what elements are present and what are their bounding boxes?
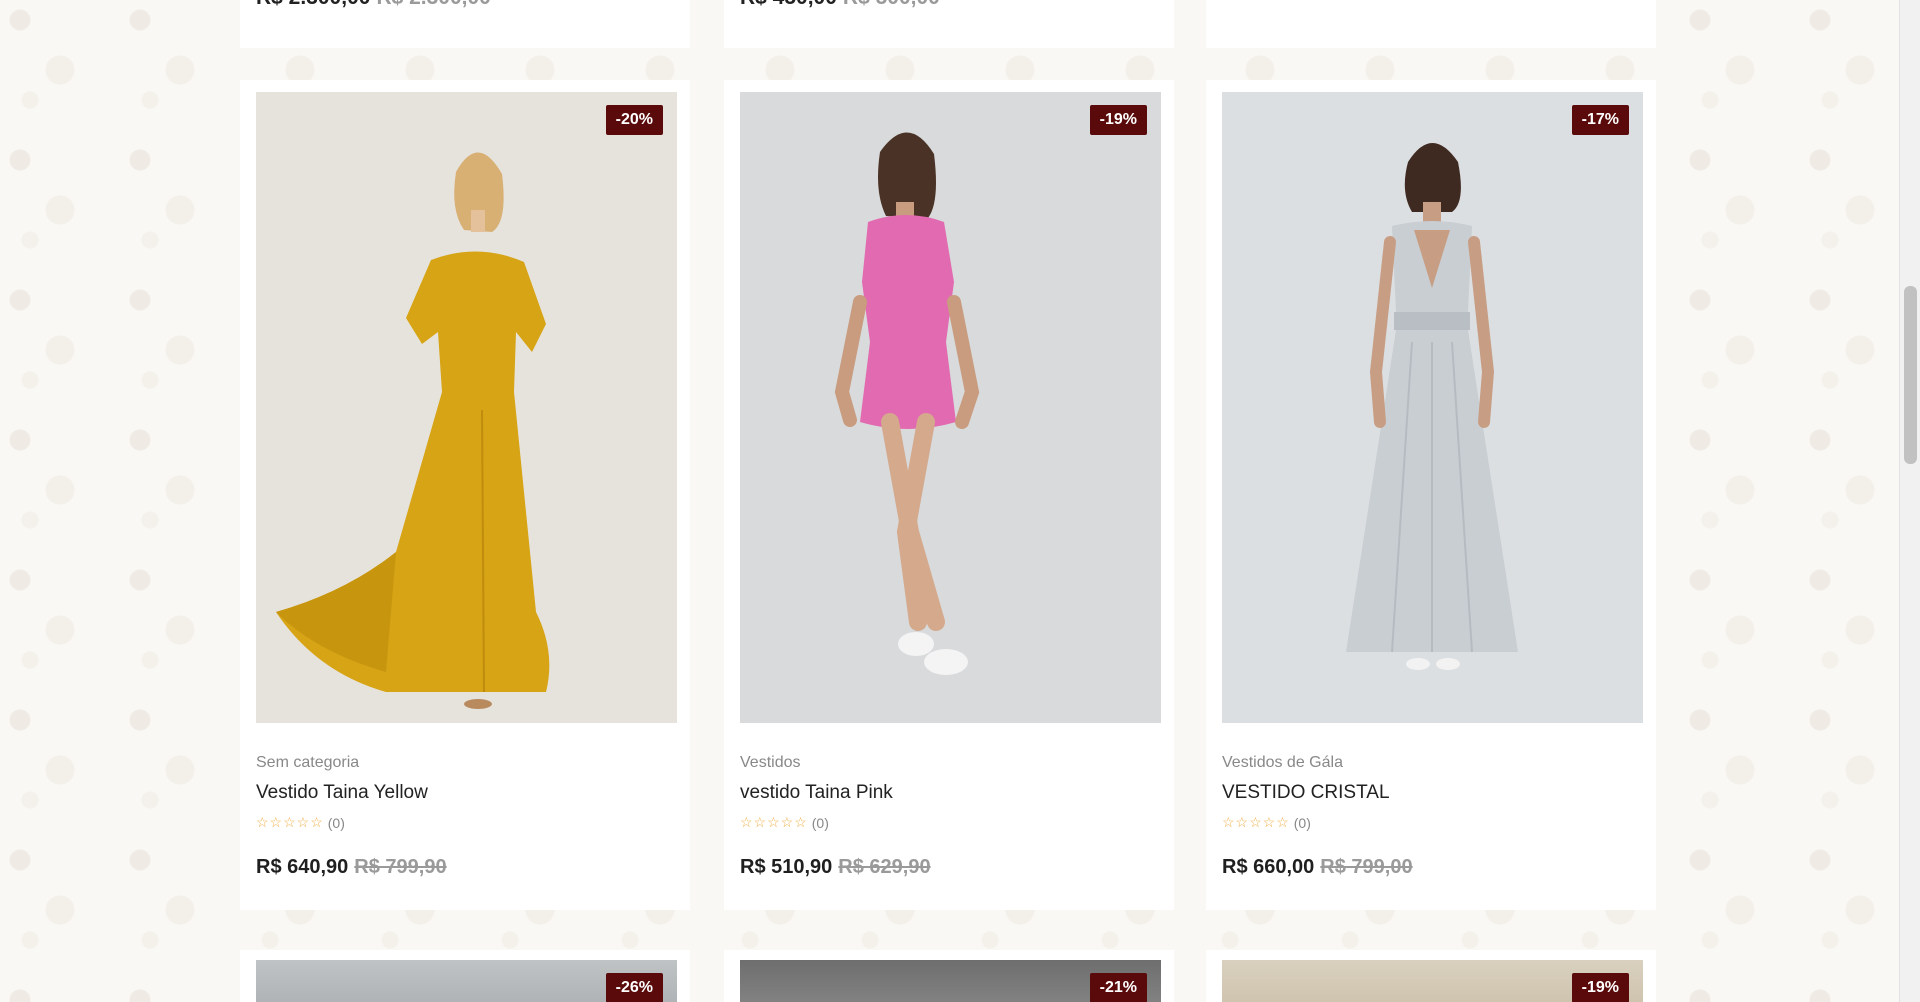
price-line: R$ 2.300,00 R$ 2.300,00 xyxy=(256,0,491,10)
product-image[interactable]: -21% xyxy=(740,960,1161,1002)
discount-badge: -19% xyxy=(1089,105,1147,135)
discount-badge: -19% xyxy=(1571,973,1629,1002)
product-title[interactable]: VESTIDO CRISTAL xyxy=(1222,782,1390,804)
dress-photo xyxy=(256,92,677,723)
product-card-taina-pink[interactable]: -19% Vestidos vestido Taina Pink ☆☆☆☆☆ (… xyxy=(724,80,1174,910)
old-price: R$ 500,00 xyxy=(843,0,940,9)
discount-badge: -17% xyxy=(1571,105,1629,135)
rating: ☆☆☆☆☆ (0) xyxy=(740,814,829,831)
product-card-top-2[interactable]: R$ 450,00 R$ 500,00 xyxy=(724,0,1174,48)
price-line: R$ 450,00 R$ 500,00 xyxy=(740,0,940,10)
rating-count: (0) xyxy=(811,814,829,831)
old-price: R$ 799,90 xyxy=(354,856,447,878)
empty-star-icon: ☆☆☆☆☆ xyxy=(256,814,324,830)
old-price: R$ 799,00 xyxy=(1320,856,1413,878)
discount-badge: -21% xyxy=(1089,973,1147,1002)
product-image[interactable]: -20% xyxy=(256,92,677,723)
current-price: R$ 660,00 xyxy=(1222,856,1315,878)
rating: ☆☆☆☆☆ (0) xyxy=(1222,814,1311,831)
current-price: R$ 2.300,00 xyxy=(256,0,370,9)
empty-star-icon: ☆☆☆☆☆ xyxy=(740,814,808,830)
product-image[interactable]: -17% xyxy=(1222,92,1643,723)
product-card-top-1[interactable]: R$ 2.300,00 R$ 2.300,00 xyxy=(240,0,690,48)
current-price: R$ 640,90 xyxy=(256,856,349,878)
rating: ☆☆☆☆☆ (0) xyxy=(256,814,345,831)
product-card-vestido-cristal[interactable]: -17% Vestidos de Gála VESTIDO CRISTAL ☆☆… xyxy=(1206,80,1656,910)
product-category[interactable]: Sem categoria xyxy=(256,754,359,772)
product-image[interactable]: -19% xyxy=(740,92,1161,723)
product-card-next-2[interactable]: -21% xyxy=(724,950,1174,1002)
product-category[interactable]: Vestidos de Gála xyxy=(1222,754,1343,772)
dress-photo xyxy=(740,92,1161,723)
product-category[interactable]: Vestidos xyxy=(740,754,800,772)
current-price: R$ 510,90 xyxy=(740,856,833,878)
product-image[interactable]: -26% xyxy=(256,960,677,1002)
current-price: R$ 450,00 xyxy=(740,0,837,9)
product-title[interactable]: Vestido Taina Yellow xyxy=(256,782,428,804)
rating-count: (0) xyxy=(327,814,345,831)
discount-badge: -26% xyxy=(605,973,663,1002)
product-card-taina-yellow[interactable]: -20% Sem categoria Vestido Taina Yellow … xyxy=(240,80,690,910)
dress-photo xyxy=(1222,92,1643,723)
product-card-next-1[interactable]: -26% xyxy=(240,950,690,1002)
empty-star-icon: ☆☆☆☆☆ xyxy=(1222,814,1290,830)
price-line: R$ 510,90 R$ 629,90 xyxy=(740,856,931,879)
vertical-scrollbar[interactable] xyxy=(1899,0,1920,1002)
product-grid-page: R$ 2.300,00 R$ 2.300,00 R$ 450,00 R$ 500,0… xyxy=(0,0,1900,1002)
price-line: R$ 660,00 R$ 799,00 xyxy=(1222,856,1413,879)
scrollbar-thumb[interactable] xyxy=(1904,286,1917,464)
old-price: R$ 2.300,00 xyxy=(376,0,490,9)
rating-count: (0) xyxy=(1293,814,1311,831)
product-card-top-3[interactable] xyxy=(1206,0,1656,48)
old-price: R$ 629,90 xyxy=(838,856,931,878)
product-image[interactable]: -19% xyxy=(1222,960,1643,1002)
product-title[interactable]: vestido Taina Pink xyxy=(740,782,893,804)
price-line: R$ 640,90 R$ 799,90 xyxy=(256,856,447,879)
product-card-next-3[interactable]: -19% xyxy=(1206,950,1656,1002)
discount-badge: -20% xyxy=(605,105,663,135)
